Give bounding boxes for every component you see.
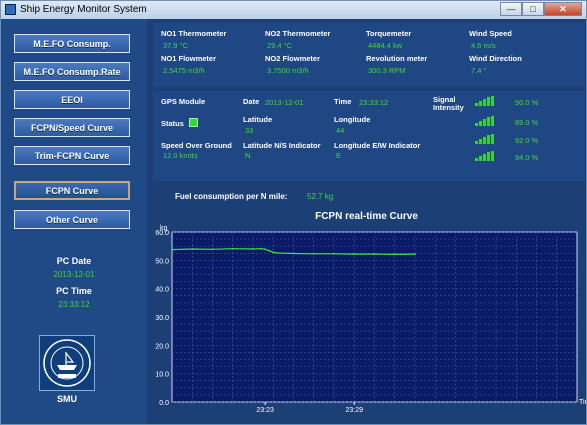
y-tick-label: 20.0 [155,343,169,350]
sensor-panel: NO1 Thermometer 37.9 °C NO2 Thermometer … [153,23,585,87]
signal-bars-icon [475,96,497,106]
fuel-consumption-label: Fuel consumption per N mile: [175,192,288,201]
fcpn-data-point [414,253,416,255]
signal-bars-icon [475,134,497,144]
latitude-indicator-value: N [245,151,251,160]
latitude-value: 33 [245,126,254,135]
window-title: Ship Energy Monitor System [20,4,147,15]
pc-date-value: 2013-12-01 [53,270,95,279]
fcpn-data-point [276,252,279,254]
fcpn-data-point [312,252,315,255]
maximize-button[interactable]: □ [522,2,544,16]
longitude-indicator-label: Longitude E/W Indicator [334,141,421,150]
signal-bars-icon [475,116,497,126]
eeoi-button[interactable]: EEOI [14,90,130,109]
wind-direction-value: 7.4 ° [471,66,487,75]
no2-thermometer-label: NO2 Thermometer [265,29,331,38]
torquemeter-label: Torquemeter [366,29,412,38]
y-tick-label: 30.0 [155,315,169,322]
fcpn-curve-button[interactable]: FCPN Curve [14,181,130,200]
revolution-meter-label: Revolution meter [366,54,428,63]
revolution-meter-value: 300.3 RPM [368,66,406,75]
gps-date-label: Date [243,97,260,106]
signal-value-2: 89.0 % [515,118,539,127]
wind-speed-label: Wind Speed [469,29,512,38]
no2-flowmeter-value: 3.7500 m3/h [267,66,309,75]
fcpn-data-point [393,253,396,256]
title-bar[interactable]: Ship Energy Monitor System — □ ✕ [1,1,586,19]
gps-time-label: Time [334,97,352,106]
status-indicator [189,118,198,127]
gps-time-value: 23:33:12 [359,98,389,107]
no2-thermometer-value: 29.4 °C [267,41,293,50]
fcpn-data-point [353,253,356,255]
fuel-consumption-value: 52.7 kg [307,192,334,201]
gps-module-label: GPS Module [161,97,206,106]
main-content: M.E.FO Consump. M.E.FO Consump.Rate EEOI… [1,19,586,424]
fcpn-chart: 0.010.020.030.040.050.060.023:23 23:29kgT… [155,225,586,414]
other-curve-button[interactable]: Other Curve [14,210,130,229]
signal-value-3: 92.0 % [515,136,539,145]
signal-value-1: 90.0 % [515,98,539,107]
latitude-indicator-label: Latitude N/S Indicator [243,141,321,150]
fcpn-data-point [252,248,254,250]
minimize-button[interactable]: — [500,2,522,16]
app-icon [5,4,16,15]
y-tick-label: 0.0 [159,400,169,407]
y-tick-label: 10.0 [155,372,169,379]
no1-thermometer-label: NO1 Thermometer [161,29,227,38]
logo-caption: SMU [57,394,77,404]
pc-time-value: 23:33:12 [58,300,90,309]
x-tick-label: 23:29 [345,407,363,414]
wind-direction-label: Wind Direction [469,54,522,63]
no1-flowmeter-value: 2.5475 m3/h [163,66,205,75]
fcpn-data-point [373,253,376,255]
signal-intensity-label: Signal Intensity [433,95,464,112]
fcpn-speed-curve-button[interactable]: FCPN/Speed Curve [14,118,130,137]
signal-value-4: 94.0 % [515,153,539,162]
me-fo-consump-rate-button[interactable]: M.E.FO Consump.Rate [14,62,130,81]
fcpn-data-point [264,248,267,251]
fcpn-data-point [211,248,214,251]
no2-flowmeter-label: NO2 Flowmeter [265,54,321,63]
y-tick-label: 50.0 [155,258,169,265]
university-seal-icon [43,339,91,387]
gps-panel: GPS Module Date 2013-12-01 Time 23:33:12… [153,91,585,181]
fcpn-data-point [268,249,271,252]
window-controls: — □ ✕ [500,2,582,18]
close-button[interactable]: ✕ [544,2,582,16]
latitude-label: Latitude [243,115,273,124]
speed-over-ground-label: Speed Over Ground [161,141,232,150]
sidebar: M.E.FO Consump. M.E.FO Consump.Rate EEOI… [1,19,147,424]
fcpn-data-point [292,252,295,255]
x-axis-label: Time [579,399,586,406]
gps-date-value: 2013-12-01 [265,98,304,107]
fcpn-data-point [260,247,262,250]
fcpn-data-point [171,248,173,251]
fcpn-data-point [231,247,234,250]
signal-bars-icon [475,151,497,161]
no1-flowmeter-label: NO1 Flowmeter [161,54,217,63]
university-logo [39,335,95,391]
speed-over-ground-value: 12.0 knots [163,151,198,160]
x-tick-label: 23:23 [256,407,274,414]
chart-title: FCPN real-time Curve [315,211,418,222]
me-fo-consump-button[interactable]: M.E.FO Consump. [14,34,130,53]
pc-time-label: PC Time [56,286,92,296]
pc-date-label: PC Date [56,256,92,266]
longitude-label: Longitude [334,115,371,124]
fcpn-data-point [191,248,194,250]
torquemeter-value: 4484.4 kw [368,41,403,50]
fcpn-data-point [333,252,335,255]
app-window: Ship Energy Monitor System — □ ✕ M.E.FO … [0,0,587,425]
y-tick-label: 40.0 [155,287,169,294]
longitude-indicator-value: E [336,151,342,160]
wind-speed-value: 4.6 m/s [471,41,496,50]
status-label: Status [161,119,184,128]
longitude-value: 44 [336,126,345,135]
trim-fcpn-curve-button[interactable]: Trim-FCPN Curve [14,146,130,165]
no1-thermometer-value: 37.9 °C [163,41,189,50]
fcpn-data-point [272,251,275,254]
y-axis-label: kg [160,225,168,232]
